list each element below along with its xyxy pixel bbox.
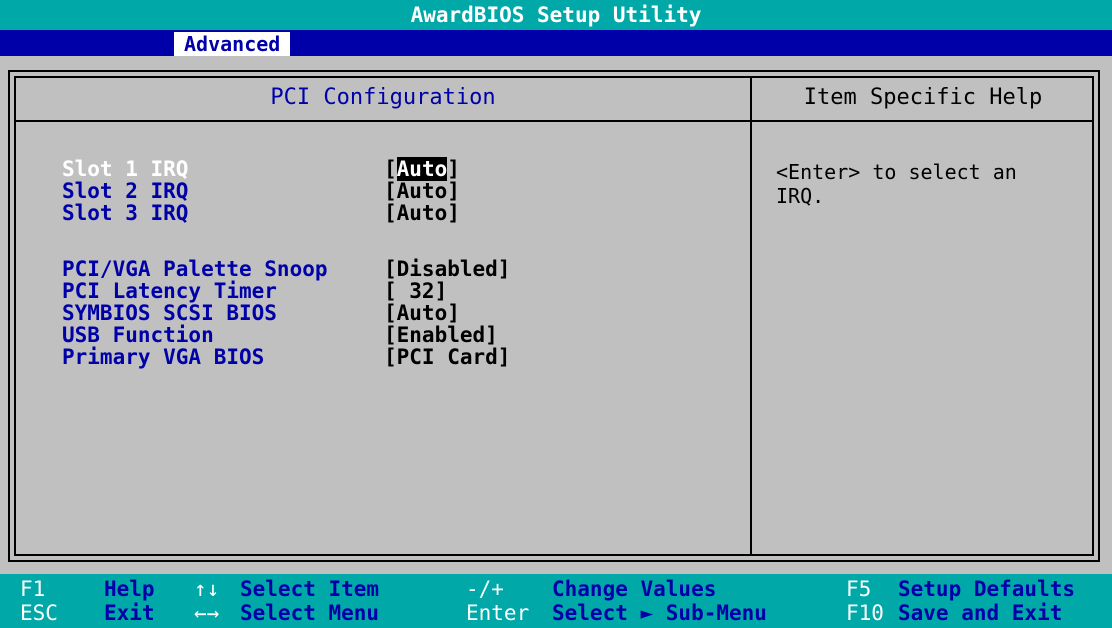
main-panel: PCI Configuration Item Specific Help Slo… <box>0 56 1112 574</box>
f1-key: F1 <box>20 577 46 601</box>
setting-primary-vga-bios[interactable]: Primary VGA BIOS [PCI Card] <box>62 346 752 368</box>
setting-value[interactable]: [Enabled] <box>384 324 498 346</box>
setting-value[interactable]: [PCI Card] <box>384 346 510 368</box>
setting-symbios-scsi-bios[interactable]: SYMBIOS SCSI BIOS [Auto] <box>62 302 752 324</box>
setting-label: Slot 2 IRQ <box>62 179 189 203</box>
key-action: Select ► Sub-Menu <box>552 601 767 625</box>
help-panel-title: Item Specific Help <box>803 85 1043 110</box>
setting-slot-1-irq[interactable]: Slot 1 IRQ [Auto] <box>62 157 752 181</box>
menu-bar: Advanced <box>0 30 1112 56</box>
esc-key: ESC <box>20 601 58 625</box>
setting-value[interactable]: [Auto] <box>384 302 460 324</box>
setting-label: PCI Latency Timer <box>62 279 277 303</box>
setting-label: Slot 3 IRQ <box>62 201 189 225</box>
key-legend-footer: F1 Help ↑↓ Select Item -/+ Change Values… <box>0 574 1112 628</box>
setting-value[interactable]: [Auto] <box>384 202 460 224</box>
setting-value[interactable]: [Auto] <box>384 180 460 202</box>
horizontal-divider <box>14 120 1094 122</box>
key-action: Help <box>104 577 155 601</box>
setting-value[interactable]: [ 32] <box>384 280 447 302</box>
f5-key: F5 <box>846 577 872 601</box>
setting-usb-function[interactable]: USB Function [Enabled] <box>62 324 752 346</box>
key-action: Exit <box>104 601 155 625</box>
key-action: Select Item <box>240 577 380 601</box>
setting-slot-3-irq[interactable]: Slot 3 IRQ [Auto] <box>62 202 752 224</box>
setting-label: Primary VGA BIOS <box>62 345 265 369</box>
left-right-arrows-icon: ←→ <box>194 601 220 625</box>
key-action: Setup Defaults <box>898 577 1076 601</box>
key-action: Change Values <box>552 577 717 601</box>
selected-value-highlight: Auto <box>396 157 448 181</box>
tab-advanced[interactable]: Advanced <box>174 32 291 56</box>
window-title: AwardBIOS Setup Utility <box>0 0 1112 30</box>
setting-label: SYMBIOS SCSI BIOS <box>62 301 277 325</box>
setting-pci-vga-palette-snoop[interactable]: PCI/VGA Palette Snoop [Disabled] <box>62 258 752 280</box>
help-text: <Enter> to select an IRQ. <box>776 160 1017 208</box>
up-down-arrows-icon: ↑↓ <box>194 577 220 601</box>
enter-key: Enter <box>466 601 530 625</box>
setting-value[interactable]: [Auto] <box>384 157 460 181</box>
setting-label: PCI/VGA Palette Snoop <box>62 257 328 281</box>
setting-value[interactable]: [Disabled] <box>384 258 510 280</box>
key-action: Select Menu <box>240 601 380 625</box>
minus-plus-key: -/+ <box>466 577 504 601</box>
setting-pci-latency-timer[interactable]: PCI Latency Timer [ 32] <box>62 280 752 302</box>
panel-title: PCI Configuration <box>270 85 496 110</box>
setting-label: Slot 1 IRQ <box>62 157 189 181</box>
setting-label: USB Function <box>62 323 214 347</box>
setting-slot-2-irq[interactable]: Slot 2 IRQ [Auto] <box>62 180 752 202</box>
key-action: Save and Exit <box>898 601 1063 625</box>
f10-key: F10 <box>846 601 884 625</box>
